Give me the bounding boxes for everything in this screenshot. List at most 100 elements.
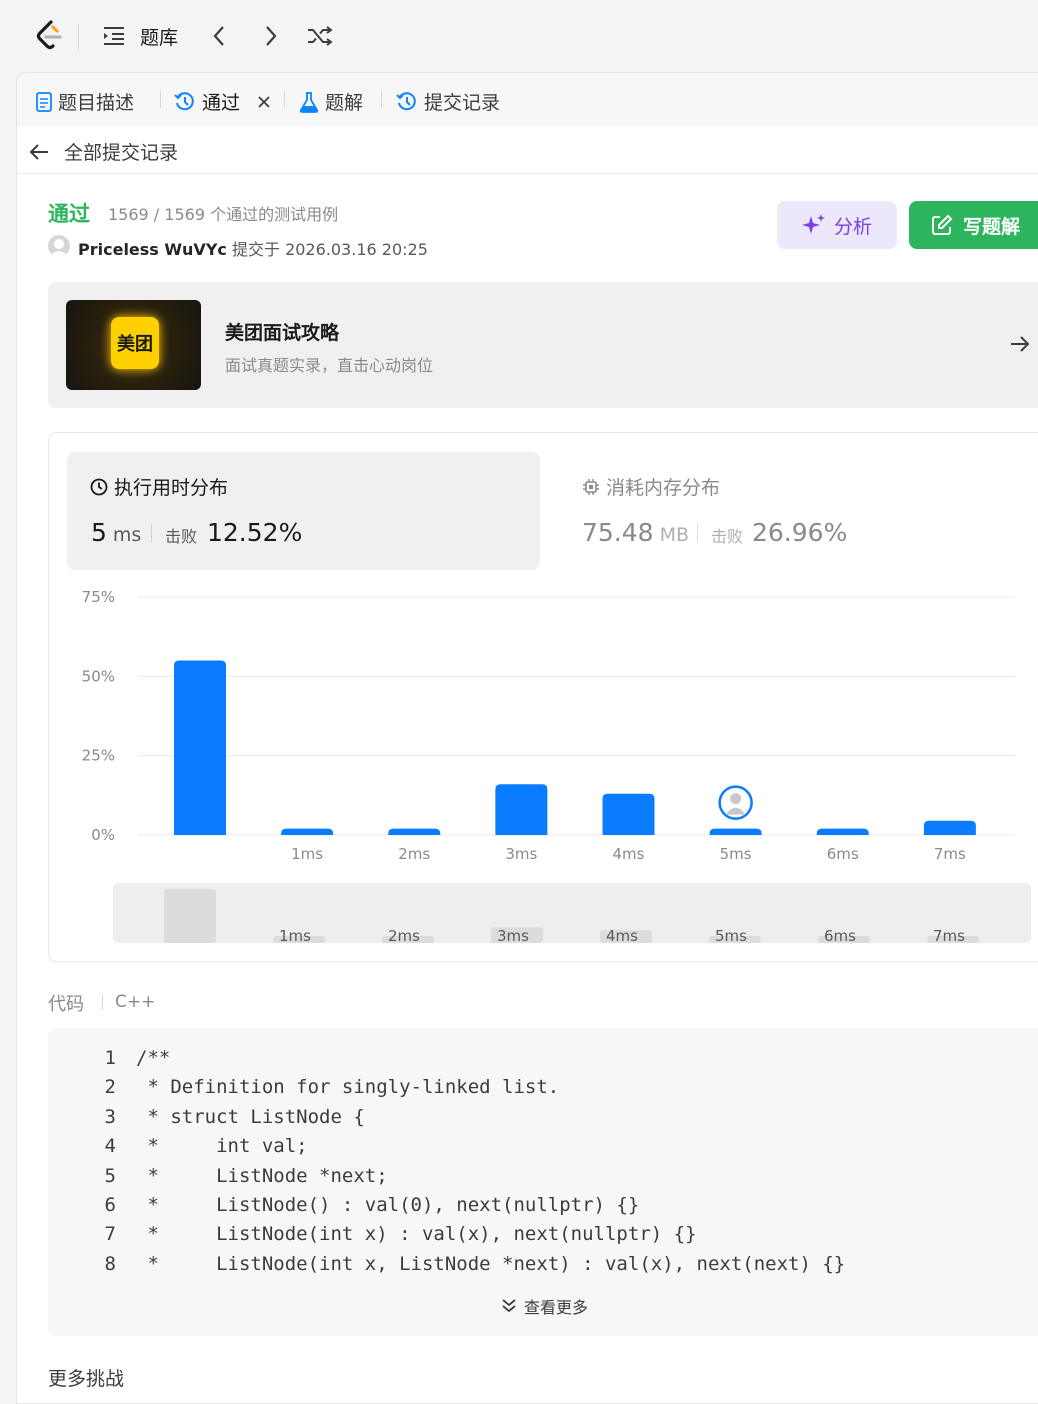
y-tick-label: 0% <box>91 826 115 844</box>
x-tick-label: 3ms <box>505 845 537 863</box>
code-line: 5 * ListNode *next; <box>48 1165 1038 1194</box>
tab-description[interactable]: 题目描述 <box>36 88 134 115</box>
x-tick-label: 1ms <box>291 845 323 863</box>
code-line: 6 * ListNode() : val(0), next(nullptr) {… <box>48 1194 1038 1223</box>
back-label: 全部提交记录 <box>64 142 179 164</box>
avatar[interactable] <box>48 235 70 257</box>
tab-solutions[interactable]: 题解 <box>299 88 363 115</box>
sparkle-icon <box>801 214 825 234</box>
list-menu-icon[interactable] <box>103 26 125 46</box>
x-tick-label: 6ms <box>827 845 859 863</box>
minimap-label: 6ms <box>824 927 856 943</box>
code-line: 1 /** <box>48 1047 1038 1076</box>
x-tick-label: 5ms <box>720 845 752 863</box>
edit-icon <box>932 214 953 235</box>
y-tick-label: 75% <box>82 588 115 606</box>
memory-unit: MB <box>659 524 690 546</box>
x-tick-label: 4ms <box>613 845 645 863</box>
code-text: * Definition for singly-linked list. <box>136 1076 560 1099</box>
show-more-label: 查看更多 <box>524 1298 589 1317</box>
chart-bar[interactable] <box>388 828 441 835</box>
line-number: 6 <box>104 1194 116 1216</box>
tab-label: 题解 <box>325 92 364 114</box>
close-icon[interactable] <box>256 94 272 110</box>
tab-submissions[interactable]: 提交记录 <box>396 88 500 115</box>
prev-problem-icon[interactable] <box>212 25 226 47</box>
submit-time: 提交于 2026.03.16 20:25 <box>231 240 428 259</box>
divider <box>697 524 698 542</box>
memory-value: 75.48 MB <box>582 518 689 547</box>
chart-bar[interactable] <box>923 820 976 835</box>
status-label: 通过 <box>48 202 90 226</box>
tab-label: 通过 <box>202 92 241 114</box>
history-icon <box>174 91 194 110</box>
divider <box>78 24 79 50</box>
code-text: * ListNode(int x) : val(x), next(nullptr… <box>136 1223 697 1246</box>
language-label: C++ <box>115 992 156 1012</box>
chart-bar[interactable] <box>816 828 869 835</box>
leetcode-logo-icon[interactable] <box>34 20 64 52</box>
divider <box>16 173 1038 174</box>
write-solution-button[interactable]: 写题解 <box>909 201 1038 249</box>
chart-bar[interactable] <box>602 793 655 835</box>
code-text: * ListNode() : val(0), next(nullptr) {} <box>136 1194 640 1216</box>
tab-label: 题目描述 <box>58 92 135 114</box>
chart-bar[interactable] <box>495 784 548 835</box>
runtime-distribution-chart[interactable]: 0% 25% 50% 75% 1ms 2ms 3ms 4ms 5ms 6ms 7ms <box>60 585 1030 870</box>
memory-title-text: 消耗内存分布 <box>606 477 721 499</box>
problem-list-link[interactable]: 题库 <box>140 23 178 50</box>
tab-divider <box>160 90 161 108</box>
tab-accepted[interactable]: 通过 <box>174 88 272 115</box>
x-tick-label: 2ms <box>398 845 430 863</box>
analyze-button[interactable]: 分析 <box>777 201 897 249</box>
code-line: 7 * ListNode(int x) : val(x), next(nullp… <box>48 1223 1038 1252</box>
more-challenges-heading: 更多挑战 <box>48 1368 125 1390</box>
minimap-label: 2ms <box>388 927 420 943</box>
minimap-label: 5ms <box>715 927 747 943</box>
runtime-number: 5 <box>91 518 107 547</box>
code-line: 3 * struct ListNode { <box>48 1106 1038 1135</box>
tab-divider <box>381 90 382 108</box>
line-number: 5 <box>104 1164 116 1187</box>
promo-subtitle: 面试真题实录，直击心动岗位 <box>225 356 434 375</box>
test-cases-count: 1569 / 1569 个通过的测试用例 <box>108 205 339 224</box>
x-tick-label: 7ms <box>934 845 966 863</box>
minimap-label: 3ms <box>497 927 529 943</box>
doc-icon <box>36 91 52 112</box>
arrow-right-icon[interactable] <box>1009 334 1031 354</box>
code-text: * ListNode *next; <box>136 1164 388 1187</box>
back-to-submissions[interactable]: 全部提交记录 <box>28 138 178 165</box>
code-text: * struct ListNode { <box>136 1105 365 1128</box>
memory-title[interactable]: 消耗内存分布 <box>582 473 720 500</box>
chart-bar[interactable] <box>709 828 762 835</box>
history-icon <box>396 91 416 110</box>
code-line: 8 * ListNode(int x, ListNode *next) : va… <box>48 1253 1038 1282</box>
minimap-label: 1ms <box>279 927 311 943</box>
tab-label: 提交记录 <box>424 92 501 114</box>
code-text: * int val; <box>136 1135 308 1158</box>
random-problem-icon[interactable] <box>307 25 333 47</box>
analyze-label: 分析 <box>833 215 872 238</box>
user-name[interactable]: Priceless WuVYc <box>78 240 227 259</box>
user-marker-head <box>730 793 742 805</box>
arrow-left-icon <box>29 143 48 160</box>
memory-beat-label: 击败 <box>711 527 744 546</box>
y-tick-label: 50% <box>82 667 115 685</box>
show-more-button[interactable]: 查看更多 <box>500 1294 588 1318</box>
chart-minimap[interactable]: 1ms 2ms 3ms 4ms 5ms 6ms 7ms <box>113 883 1031 943</box>
divider <box>151 524 152 542</box>
runtime-stat-box[interactable] <box>67 452 540 570</box>
minimap-label: 4ms <box>606 927 638 943</box>
tab-divider <box>284 90 285 108</box>
runtime-unit: ms <box>112 524 142 546</box>
memory-beat-value: 26.96% <box>752 518 848 547</box>
chart-bar[interactable] <box>281 828 334 835</box>
user-icon <box>49 239 69 257</box>
line-number: 8 <box>104 1252 116 1275</box>
next-problem-icon[interactable] <box>264 25 278 47</box>
flask-icon <box>299 91 319 113</box>
tab-bar <box>17 73 1038 126</box>
chart-bar[interactable] <box>174 660 226 835</box>
submitter-info: Priceless WuVYc 提交于 2026.03.16 20:25 <box>78 236 428 260</box>
chip-icon <box>583 478 599 495</box>
